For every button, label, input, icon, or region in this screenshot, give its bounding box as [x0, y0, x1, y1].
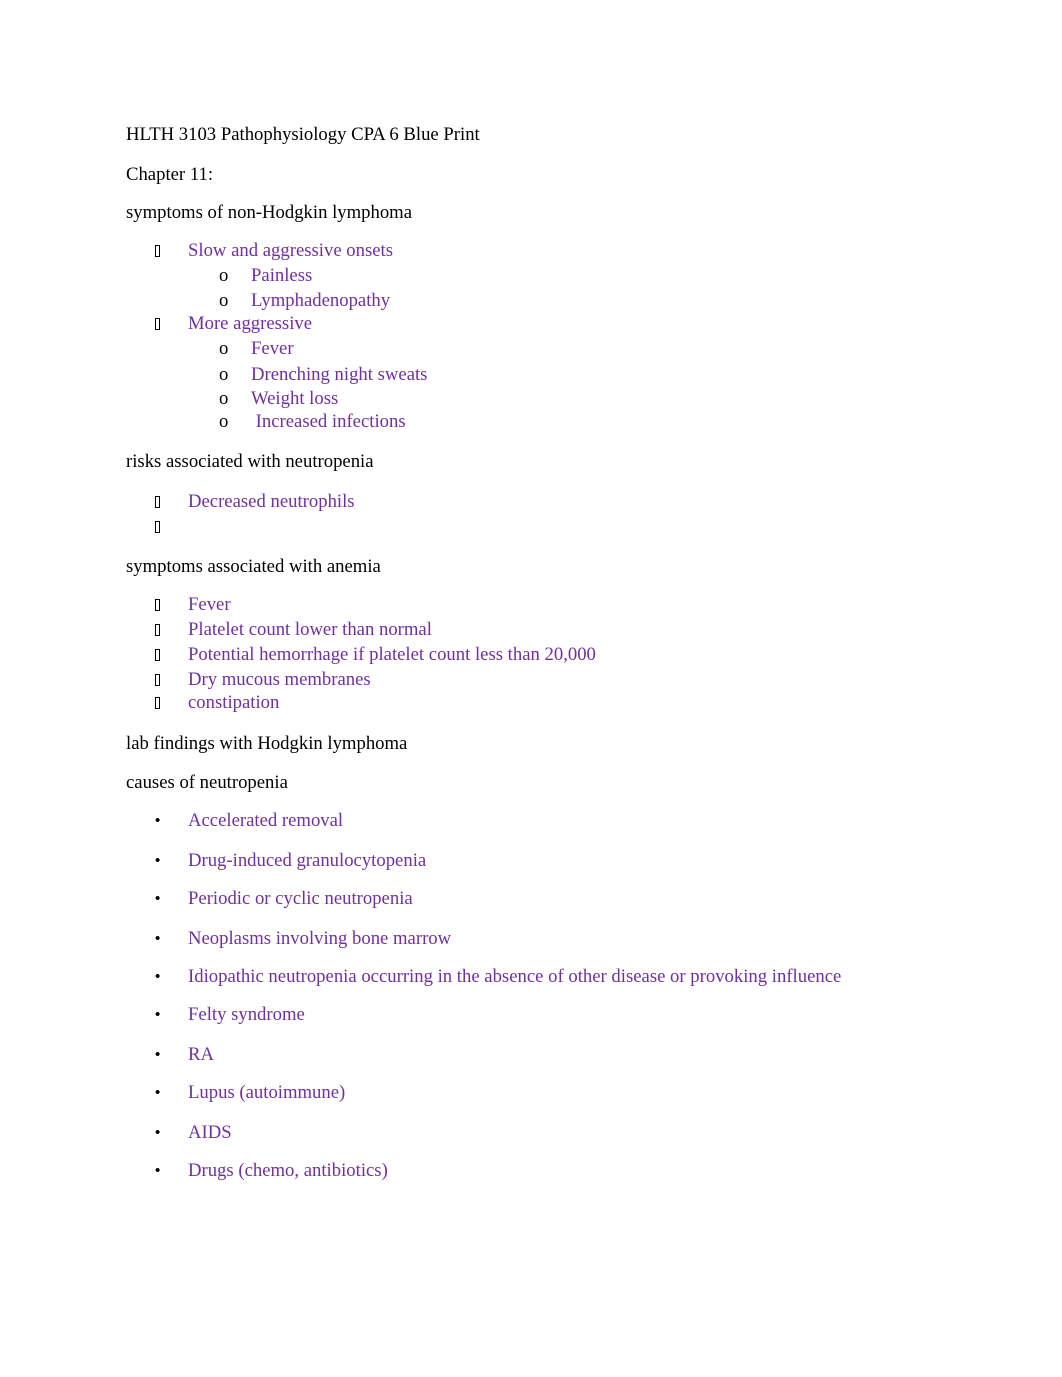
list-item: AIDS: [188, 1122, 232, 1143]
section-heading: causes of neutropenia: [126, 772, 288, 793]
sub-list-item: Fever: [251, 338, 294, 359]
sub-list-item: Lymphadenopathy: [251, 290, 391, 311]
list-item: Dry mucous membranes: [188, 669, 371, 690]
document-title: HLTH 3103 Pathophysiology CPA 6 Blue Pri…: [126, 124, 480, 145]
list-item: Lupus (autoimmune): [188, 1082, 346, 1103]
list-item: constipation: [188, 692, 280, 713]
disc-bullet-icon: •: [155, 1006, 161, 1023]
circle-bullet-icon: o: [219, 290, 229, 311]
missing-glyph-bullet-icon: [155, 240, 160, 262]
circle-bullet-icon: o: [219, 388, 229, 409]
disc-bullet-icon: •: [155, 852, 161, 869]
disc-bullet-icon: •: [155, 1046, 161, 1063]
circle-bullet-icon: o: [219, 338, 229, 359]
list-item: Felty syndrome: [188, 1004, 305, 1025]
missing-glyph-bullet-icon: [155, 669, 160, 691]
missing-glyph-bullet-icon: [155, 491, 160, 513]
circle-bullet-icon: o: [219, 265, 229, 286]
list-item: Drugs (chemo, antibiotics): [188, 1160, 388, 1181]
missing-glyph-bullet-icon: [155, 692, 160, 714]
disc-bullet-icon: •: [155, 812, 161, 829]
chapter-heading: Chapter 11:: [126, 164, 214, 185]
missing-glyph-bullet-icon: [155, 644, 160, 666]
missing-glyph-bullet-icon: [155, 619, 160, 641]
sub-list-item: Weight loss: [251, 388, 339, 409]
disc-bullet-icon: •: [155, 968, 161, 985]
sub-list-item: Increased infections: [251, 411, 406, 432]
list-item: Slow and aggressive onsets: [188, 240, 394, 261]
list-item: Idiopathic neutropenia occurring in the …: [188, 966, 842, 987]
list-item: Drug-induced granulocytopenia: [188, 850, 427, 871]
list-item: Periodic or cyclic neutropenia: [188, 888, 413, 909]
section-heading: lab findings with Hodgkin lymphoma: [126, 733, 408, 754]
list-item: Neoplasms involving bone marrow: [188, 928, 452, 949]
missing-glyph-bullet-icon: [155, 313, 160, 335]
disc-bullet-icon: •: [155, 1124, 161, 1141]
list-item: Potential hemorrhage if platelet count l…: [188, 644, 596, 665]
disc-bullet-icon: •: [155, 1084, 161, 1101]
section-heading: symptoms of non-Hodgkin lymphoma: [126, 202, 413, 223]
disc-bullet-icon: •: [155, 930, 161, 947]
missing-glyph-bullet-icon: [155, 516, 160, 538]
sub-list-item: Painless: [251, 265, 313, 286]
list-item: Fever: [188, 594, 231, 615]
section-heading: symptoms associated with anemia: [126, 556, 381, 577]
disc-bullet-icon: •: [155, 1162, 161, 1179]
circle-bullet-icon: o: [219, 364, 229, 385]
list-item: Decreased neutrophils: [188, 491, 355, 512]
circle-bullet-icon: o: [219, 411, 229, 432]
disc-bullet-icon: •: [155, 890, 161, 907]
list-item: More aggressive: [188, 313, 313, 334]
list-item: Accelerated removal: [188, 810, 344, 831]
missing-glyph-bullet-icon: [155, 594, 160, 616]
list-item: RA: [188, 1044, 214, 1065]
document-page: HLTH 3103 Pathophysiology CPA 6 Blue Pri…: [0, 0, 1062, 1377]
sub-list-item: Drenching night sweats: [251, 364, 428, 385]
section-heading: risks associated with neutropenia: [126, 451, 374, 472]
list-item: Platelet count lower than normal: [188, 619, 432, 640]
